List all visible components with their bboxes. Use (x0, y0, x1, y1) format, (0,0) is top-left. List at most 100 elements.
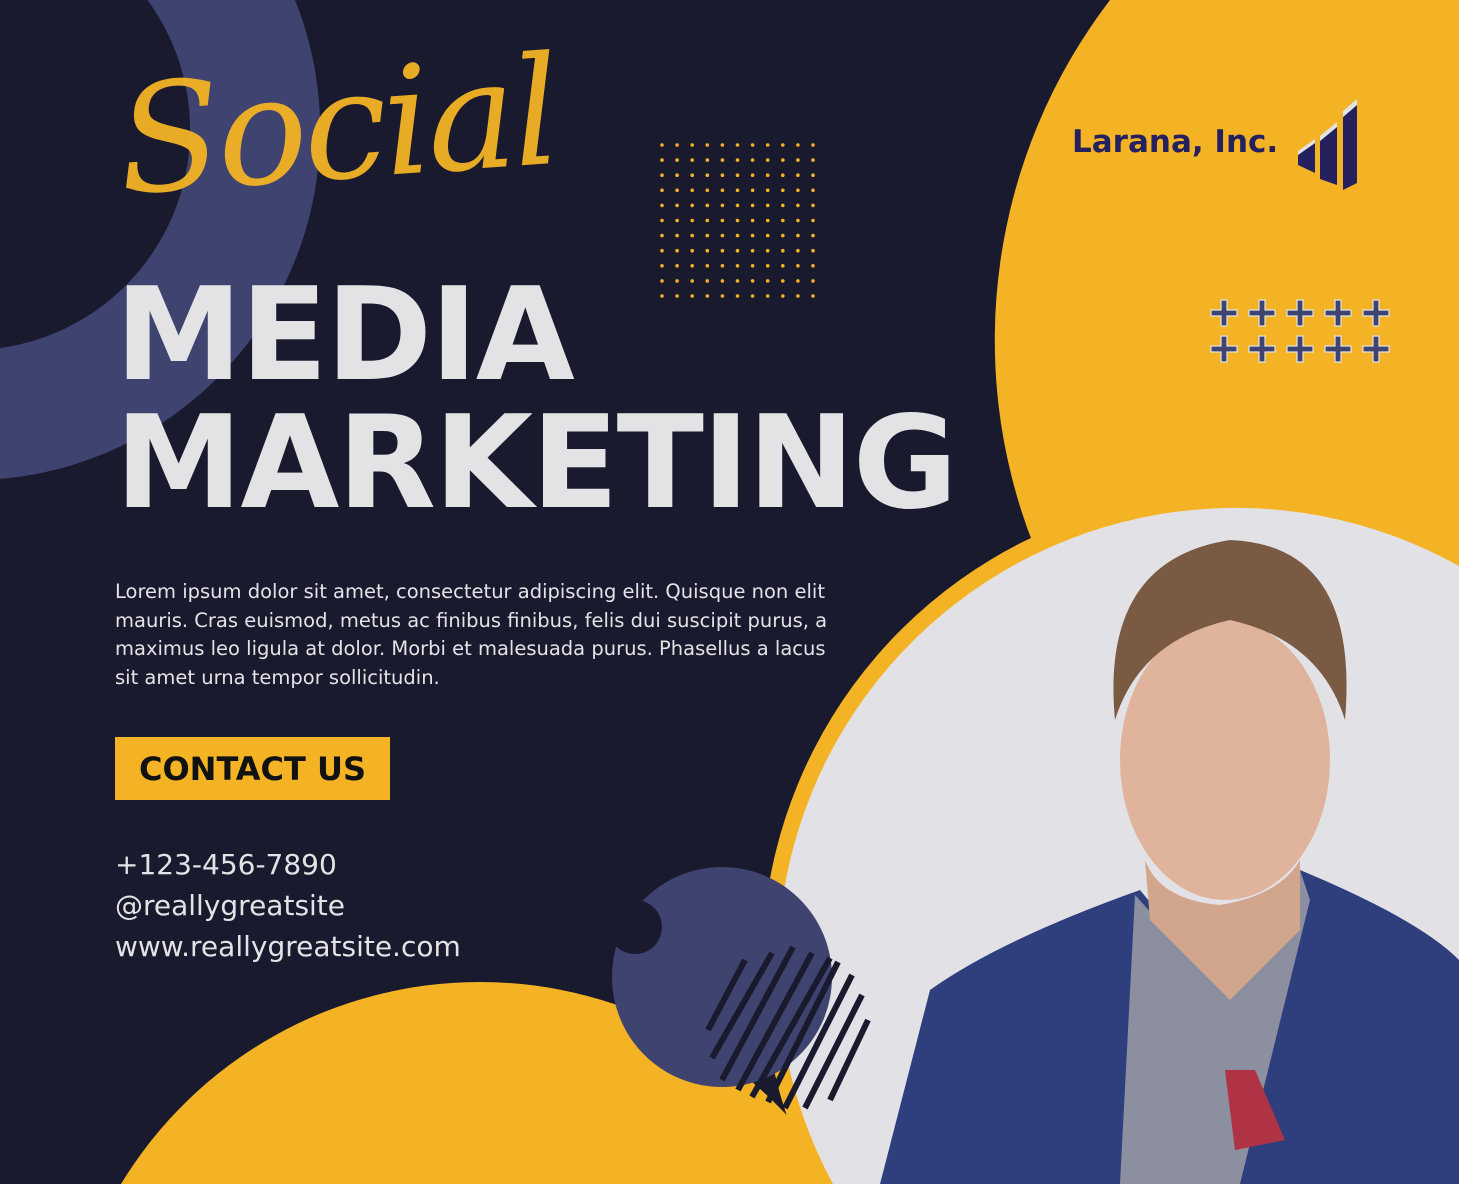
dot (765, 143, 770, 147)
dot (796, 143, 800, 147)
dot (705, 248, 710, 253)
dot (735, 188, 740, 193)
dot (675, 188, 679, 193)
dot (690, 233, 694, 238)
dot (781, 233, 785, 238)
dot (720, 203, 725, 208)
dot (750, 264, 755, 268)
dot (690, 188, 694, 193)
contact-us-button[interactable]: CONTACT US (115, 737, 390, 800)
dot (796, 264, 800, 268)
dot (765, 158, 770, 162)
dot (690, 143, 694, 147)
dot (750, 158, 755, 162)
dot (781, 173, 785, 177)
dot (705, 264, 710, 268)
dot (675, 248, 679, 253)
dot (750, 188, 755, 193)
dot (660, 294, 664, 298)
dot (660, 143, 664, 147)
dot (720, 248, 725, 253)
dot (735, 218, 740, 223)
dot (660, 264, 664, 268)
dot (675, 279, 679, 283)
dot (720, 279, 725, 283)
dot (705, 173, 710, 177)
brand-name: Larana, Inc. (1072, 124, 1279, 160)
dot (720, 188, 725, 193)
dot (705, 294, 710, 298)
dot (705, 233, 710, 238)
dot (750, 248, 755, 253)
headline-line-1: MEDIA (115, 261, 575, 410)
dot (781, 218, 785, 223)
dot (690, 294, 694, 298)
dot (675, 264, 679, 268)
dot (796, 218, 800, 223)
dot (705, 188, 710, 193)
dot (811, 188, 815, 193)
website-link[interactable]: www.reallygreatsite.com (115, 930, 461, 963)
dot (720, 264, 725, 268)
dot (781, 248, 785, 253)
dot (796, 279, 800, 283)
dot (811, 203, 815, 208)
dot (675, 218, 679, 223)
dot (796, 248, 800, 253)
dot (765, 218, 770, 223)
phone-number: +123-456-7890 (115, 848, 337, 881)
dot (811, 158, 815, 162)
dot (811, 233, 815, 238)
dot (675, 173, 679, 177)
dot (690, 158, 694, 162)
dot (720, 173, 725, 177)
dot (660, 188, 664, 193)
dot (735, 143, 740, 147)
dot (675, 143, 679, 147)
dot (720, 143, 725, 147)
dot (735, 264, 740, 268)
dot (811, 248, 815, 253)
dot (811, 279, 815, 283)
dot (781, 294, 785, 298)
dot (796, 233, 800, 238)
dot (660, 248, 664, 253)
dot (720, 294, 725, 298)
dot (781, 143, 785, 147)
dot (781, 158, 785, 162)
dot (811, 218, 815, 223)
dot (720, 158, 725, 162)
dot (705, 218, 710, 223)
body-text: Lorem ipsum dolor sit amet, consectetur … (115, 580, 828, 689)
portrait-photo (777, 507, 1459, 1184)
dot (781, 188, 785, 193)
dot (811, 143, 815, 147)
dot (796, 294, 800, 298)
dot (675, 233, 679, 238)
dot (811, 173, 815, 177)
dot (735, 294, 740, 298)
dot (765, 248, 770, 253)
dot (796, 188, 800, 193)
dot (690, 264, 694, 268)
dot (811, 264, 815, 268)
dot (675, 203, 679, 208)
dot-grid (660, 143, 815, 298)
dot (660, 173, 664, 177)
headline-script: Social (112, 24, 562, 230)
dot (675, 294, 679, 298)
dot (765, 203, 770, 208)
dot (705, 203, 710, 208)
dot (750, 143, 755, 147)
dot (750, 294, 755, 298)
dot (750, 233, 755, 238)
dot (735, 233, 740, 238)
dot (765, 264, 770, 268)
dot (765, 233, 770, 238)
dot (781, 264, 785, 268)
dot (675, 158, 679, 162)
dot (796, 173, 800, 177)
dot (796, 203, 800, 208)
notch (608, 900, 662, 954)
dot (765, 279, 770, 283)
